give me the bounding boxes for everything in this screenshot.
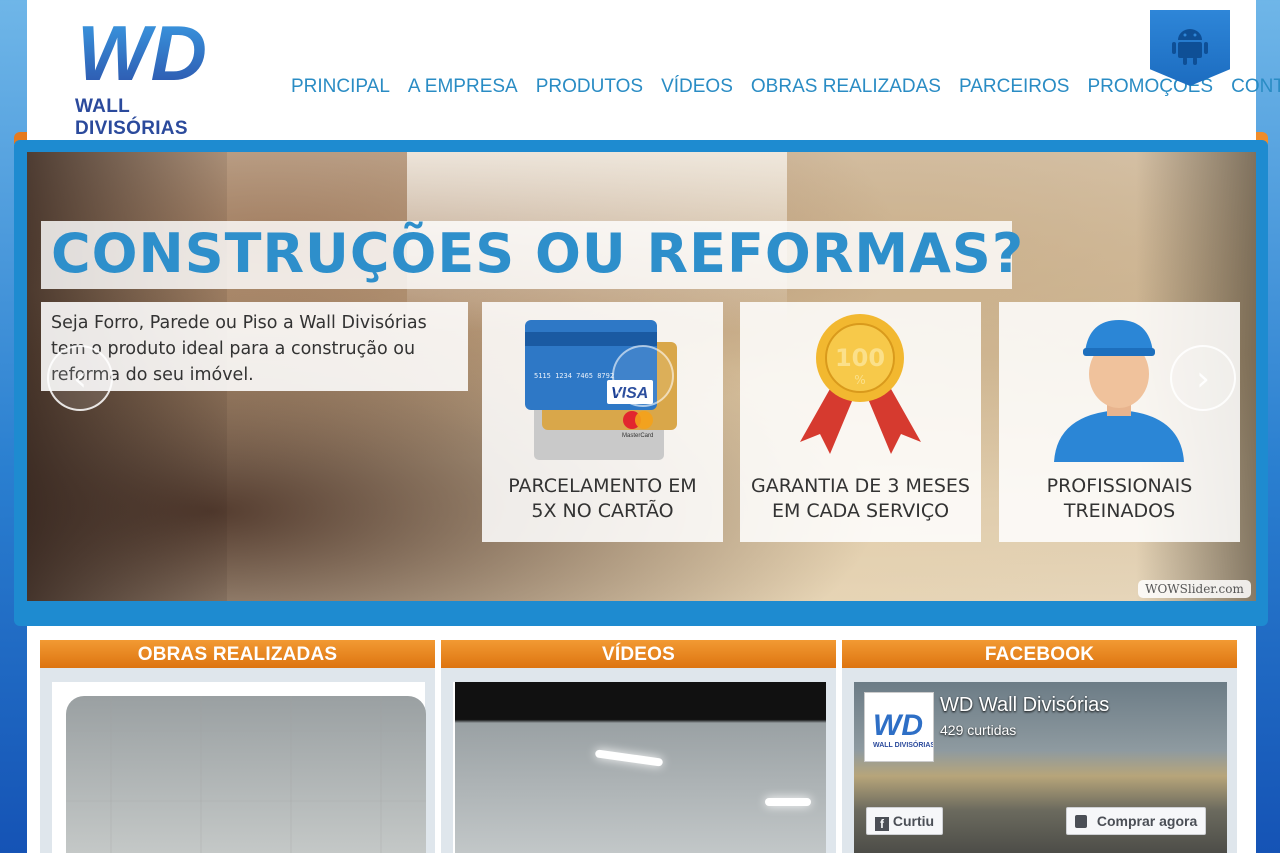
- obras-panel-title: OBRAS REALIZADAS: [40, 640, 435, 668]
- svg-text:WALL DIVISÓRIAS: WALL DIVISÓRIAS: [873, 740, 933, 749]
- credit-cards-icon: 5115 1234 7465 8792 VISA MasterCard: [525, 320, 677, 460]
- nav-item-parceiros[interactable]: PARCEIROS: [950, 76, 1079, 98]
- facebook-shop-label: Comprar agora: [1096, 813, 1198, 829]
- slide-headline: CONSTRUÇÕES OU REFORMAS?: [51, 222, 1025, 285]
- feature-card-parcelamento: 5115 1234 7465 8792 VISA MasterCard PARC…: [482, 302, 723, 542]
- svg-text:%: %: [854, 373, 865, 387]
- svg-text:MasterCard: MasterCard: [622, 433, 653, 439]
- shopping-bag-icon: [1075, 815, 1087, 828]
- facebook-icon: f: [875, 817, 889, 831]
- wowslider-credit-link[interactable]: WOWSlider.com: [1138, 580, 1251, 598]
- facebook-page-avatar[interactable]: WD WALL DIVISÓRIAS: [864, 692, 935, 762]
- obras-gallery-image[interactable]: [66, 696, 426, 853]
- nav-item-videos[interactable]: VÍDEOS: [652, 76, 742, 98]
- wd-logo-mark: WD: [77, 16, 207, 96]
- nav-item-obras-realizadas[interactable]: OBRAS REALIZADAS: [742, 76, 950, 98]
- slider-play-indicator[interactable]: [612, 345, 674, 407]
- main-nav: PRINCIPAL A EMPRESA PRODUTOS VÍDEOS OBRA…: [282, 76, 1280, 98]
- svg-text:WD: WD: [873, 709, 923, 742]
- chevron-left-icon: ‹: [73, 359, 87, 399]
- brand-name: WALL DIVISÓRIAS: [75, 96, 188, 139]
- videos-panel: VÍDEOS: [441, 640, 836, 853]
- feature-label-garantia: GARANTIA DE 3 MESES EM CADA SERVIÇO: [751, 475, 970, 522]
- videos-panel-title: VÍDEOS: [441, 640, 836, 668]
- video-player[interactable]: [455, 682, 826, 853]
- facebook-page-name[interactable]: WD Wall Divisórias: [940, 694, 1109, 717]
- slider-prev-button[interactable]: ‹: [47, 345, 113, 411]
- facebook-like-button[interactable]: f Curtiu: [866, 807, 944, 835]
- feature-card-garantia: 100 % GARANTIA DE 3 MESES EM CADA SERVIÇ…: [740, 302, 981, 542]
- android-icon: [1172, 29, 1208, 65]
- wall-divisorias-logo[interactable]: WD WALL DIVISÓRIAS: [75, 16, 245, 139]
- obras-realizadas-panel: OBRAS REALIZADAS: [40, 640, 435, 853]
- obras-panel-body: [52, 682, 426, 853]
- android-app-badge[interactable]: [1150, 10, 1230, 86]
- svg-text:5115 1234 7465 8792: 5115 1234 7465 8792: [534, 372, 614, 380]
- guarantee-seal-icon: 100 %: [800, 314, 921, 454]
- feature-label-parcelamento: PARCELAMENTO EM 5X NO CARTÃO: [508, 475, 697, 522]
- facebook-page-plugin: WD WALL DIVISÓRIAS WD Wall Divisórias 42…: [854, 682, 1227, 853]
- feature-card-profissionais: PROFISSIONAIS TREINADOS: [999, 302, 1240, 542]
- svg-text:100: 100: [835, 344, 885, 372]
- slider-next-button[interactable]: ›: [1170, 345, 1236, 411]
- nav-item-a-empresa[interactable]: A EMPRESA: [399, 76, 527, 98]
- facebook-panel-title: FACEBOOK: [842, 640, 1237, 668]
- nav-item-principal[interactable]: PRINCIPAL: [282, 76, 399, 98]
- videos-panel-body: [453, 682, 826, 853]
- nav-item-contato[interactable]: CONTATO: [1222, 76, 1280, 98]
- site-header: WD WALL DIVISÓRIAS PRINCIPAL A EMPRESA P…: [27, 0, 1280, 140]
- ceiling-light: [594, 749, 664, 767]
- facebook-like-label: Curtiu: [892, 813, 935, 829]
- wd-logo-mark-small: WD WALL DIVISÓRIAS: [869, 697, 935, 757]
- facebook-panel: FACEBOOK WD WALL DIVISÓRIAS WD Wall Divi…: [842, 640, 1237, 853]
- chevron-right-icon: ›: [1196, 359, 1210, 399]
- feature-label-profissionais: PROFISSIONAIS TREINADOS: [1046, 475, 1193, 522]
- ceiling-light: [765, 798, 811, 806]
- facebook-likes-count: 429 curtidas: [940, 722, 1017, 738]
- facebook-shop-button[interactable]: Comprar agora: [1066, 807, 1207, 835]
- svg-text:WD: WD: [77, 16, 207, 96]
- nav-item-produtos[interactable]: PRODUTOS: [527, 76, 652, 98]
